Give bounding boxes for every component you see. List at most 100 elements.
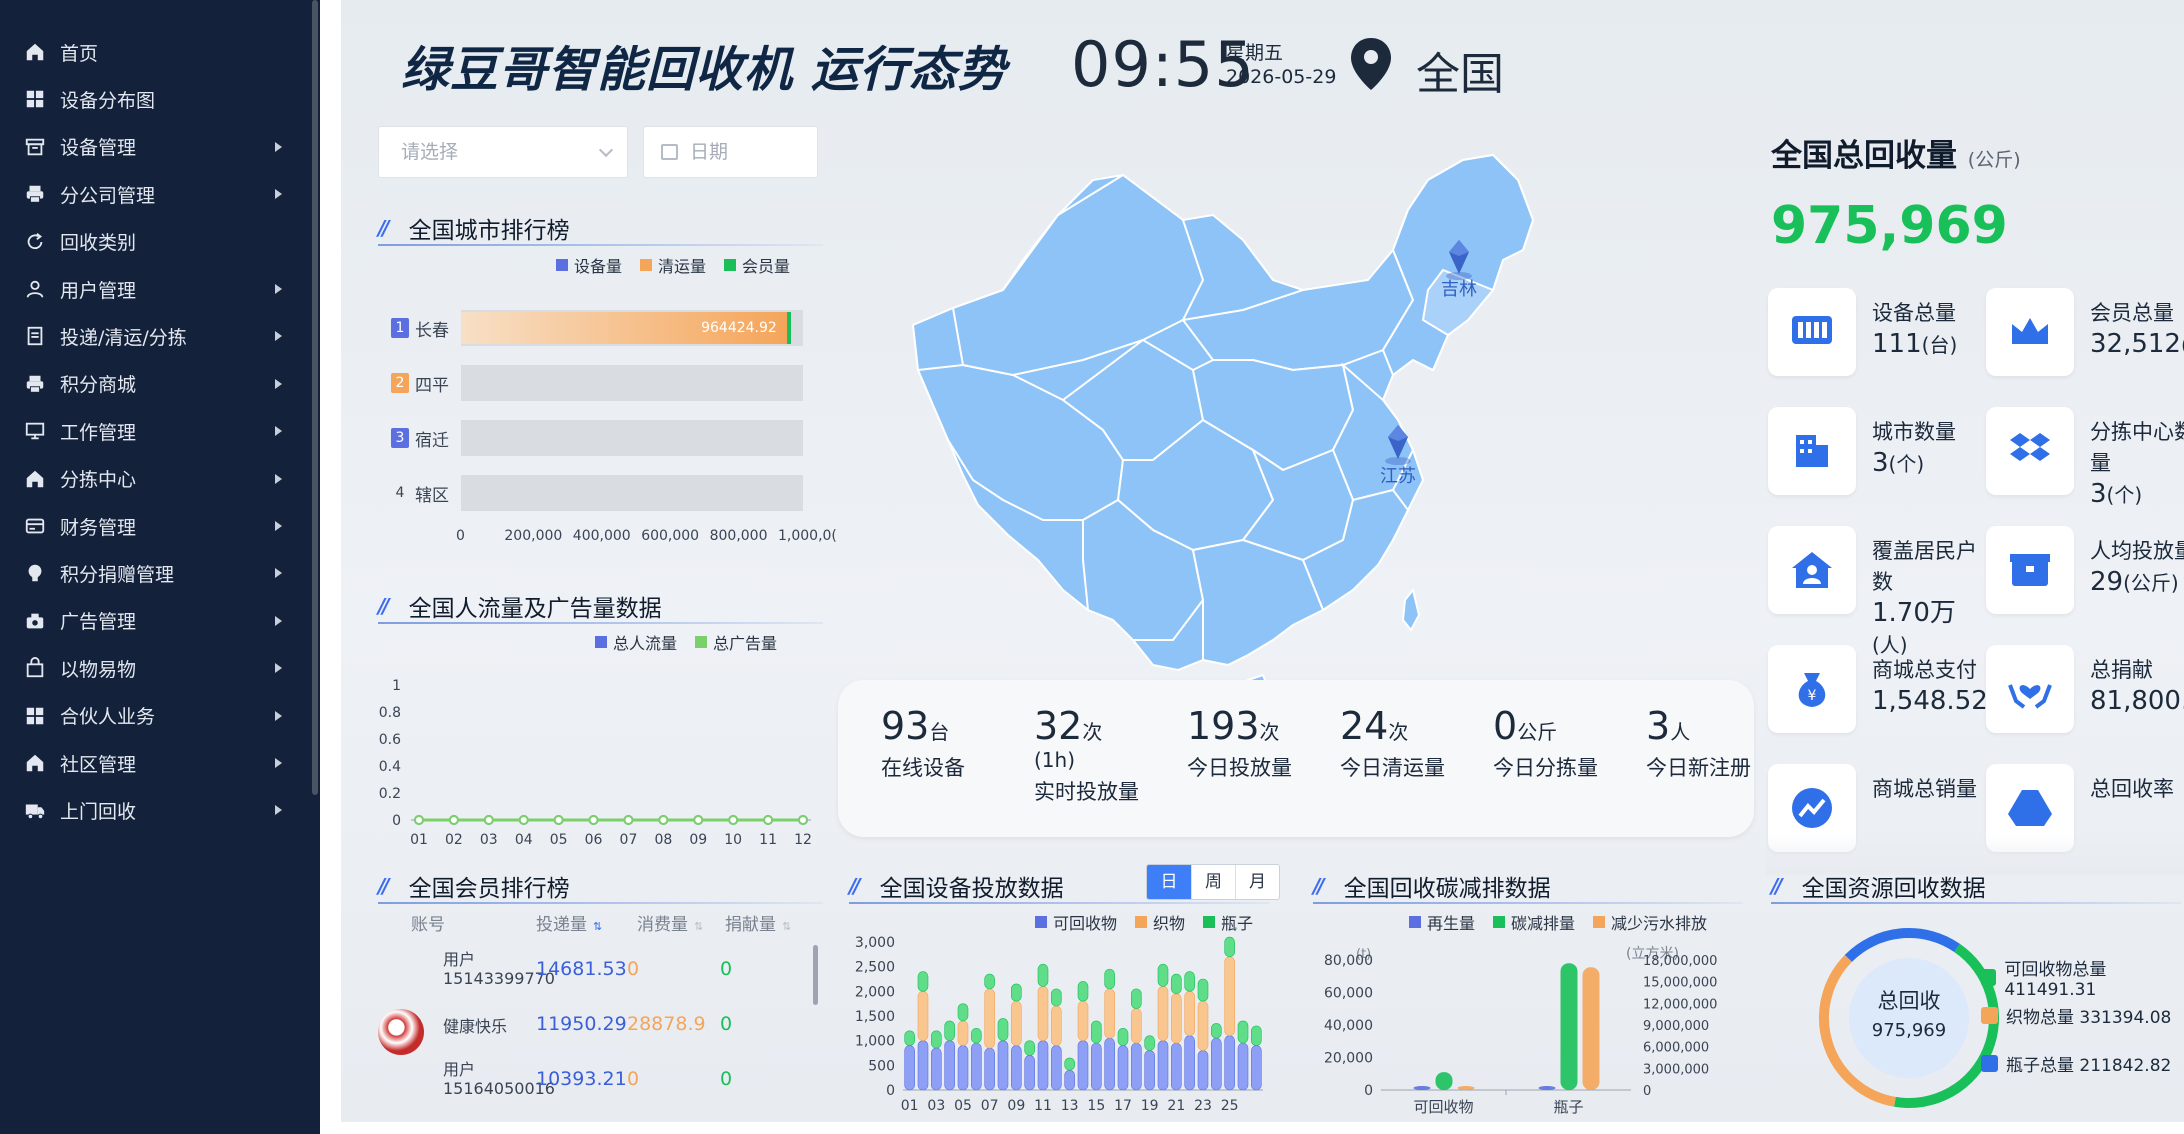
x-tick: 09 bbox=[1007, 1098, 1025, 1114]
toggle-month[interactable]: 月 bbox=[1235, 865, 1279, 899]
legend-swatch bbox=[1981, 1055, 1998, 1072]
rank-row: 1 长春 bbox=[391, 310, 449, 346]
device-drop-title: // 全国设备投放数据 bbox=[849, 868, 1064, 904]
date-picker[interactable]: 日期 bbox=[643, 126, 818, 178]
divider bbox=[1313, 902, 1743, 904]
stat-number: 93 bbox=[881, 704, 930, 748]
legend-swatch bbox=[1981, 1007, 1998, 1024]
legend-swatch bbox=[556, 259, 568, 271]
y-tick-left: 0 bbox=[1364, 1083, 1373, 1099]
device-drop-title-text: 全国设备投放数据 bbox=[879, 876, 1064, 902]
kpi-value: 3 bbox=[1872, 448, 1889, 478]
x-tick: 05 bbox=[954, 1098, 972, 1114]
title-mark-icon: // bbox=[378, 874, 389, 898]
x-tick: 09 bbox=[689, 832, 707, 848]
data-point bbox=[588, 815, 599, 825]
kpi-text: 商城总支付 1,548.52(元 bbox=[1872, 655, 1987, 718]
kpi-text: 城市数量 3(个) bbox=[1872, 417, 1987, 480]
table-header-label: 捐献量 bbox=[725, 915, 776, 935]
resource-legend-item: 可回收物总量 411491.31 bbox=[1981, 955, 2184, 1000]
china-map[interactable]: 吉林 江苏 bbox=[853, 120, 1543, 694]
stat-item: 32次(1h) 实时投放量 bbox=[1034, 704, 1139, 808]
sidebar-item-label: 广告管理 bbox=[60, 611, 137, 634]
legend-label: 总广告量 bbox=[713, 634, 778, 653]
x-tick: 11 bbox=[1034, 1098, 1052, 1114]
stat-label: 实时投放量 bbox=[1034, 780, 1139, 804]
bar-segment bbox=[1037, 986, 1049, 1041]
table-header[interactable]: 投递量 ⇅ bbox=[536, 910, 602, 935]
legend-swatch bbox=[1493, 916, 1506, 928]
location-name[interactable]: 全国 bbox=[1416, 38, 1504, 102]
member-scrollbar[interactable] bbox=[813, 945, 818, 1005]
donut-center-label: 总回收 bbox=[1877, 989, 1941, 1013]
sidebar-item-label: 上门回收 bbox=[60, 800, 137, 823]
traffic-chart: 1 0.8 0.6 0.4 0.2 0 01 02 03 04 05 06 07 08 09 10 11 12 bbox=[379, 678, 812, 848]
member-donate: 0 bbox=[720, 1013, 733, 1035]
rank-row: 3 宿迁 bbox=[391, 420, 449, 456]
city-rank-title-text: 全国城市排行榜 bbox=[408, 218, 570, 244]
bar-segment bbox=[1077, 1040, 1089, 1091]
legend-label: 再生量 bbox=[1427, 914, 1476, 933]
bar bbox=[1538, 1086, 1556, 1090]
x-tick: 1,000,0( bbox=[778, 528, 837, 544]
region-select[interactable]: 请选择 bbox=[378, 126, 628, 178]
sidebar-item-label: 分公司管理 bbox=[60, 184, 156, 207]
rank-bar-track bbox=[461, 365, 803, 401]
legend-swatch bbox=[724, 259, 737, 271]
member-deliver: 14681.53 bbox=[536, 958, 627, 980]
legend-swatch bbox=[1981, 969, 1997, 986]
kpi-value-row: 3(个) bbox=[1872, 448, 1987, 480]
stat-unit: 次 bbox=[1259, 720, 1280, 744]
y-tick: 0.8 bbox=[379, 705, 401, 721]
bar-segment bbox=[1131, 1008, 1142, 1044]
kpi-value: 29 bbox=[2090, 567, 2124, 597]
kpi-unit: (人) bbox=[1872, 633, 1908, 657]
city-rank-legend: 设备量 清运量 会员量 bbox=[538, 253, 790, 277]
x-tick: 23 bbox=[1194, 1098, 1212, 1114]
period-toggle: 日 周 月 bbox=[1146, 864, 1280, 900]
bar-segment bbox=[984, 1047, 995, 1091]
y-tick-left: 80,000 bbox=[1324, 953, 1373, 969]
sidebar-scrollbar[interactable] bbox=[312, 0, 318, 795]
title-mark-icon: // bbox=[1771, 874, 1782, 898]
sort-icon[interactable]: ⇅ bbox=[593, 920, 602, 933]
y-tick-right: 0 bbox=[1643, 1084, 1651, 1099]
center-stats-card: 93台 在线设备 32次(1h) 实时投放量 193次 今日投放量 24次 今日清运量 0公斤今… bbox=[838, 680, 1754, 837]
card-icon bbox=[22, 513, 48, 539]
bar-segment bbox=[1197, 1050, 1209, 1091]
kpi-value-row: 32,512(人 bbox=[2090, 329, 2184, 361]
sort-icon[interactable]: ⇅ bbox=[782, 920, 791, 933]
table-header: 账号 bbox=[411, 910, 445, 935]
data-point bbox=[728, 815, 739, 825]
legend-swatch bbox=[695, 636, 708, 648]
x-tick: 17 bbox=[1114, 1098, 1132, 1114]
x-tick: 07 bbox=[620, 832, 638, 848]
kpi-label: 会员总量 bbox=[2090, 301, 2174, 325]
bar-segment bbox=[931, 1030, 942, 1049]
y-tick-right: 6,000,000 bbox=[1643, 1041, 1709, 1056]
bar bbox=[1413, 1086, 1431, 1090]
x-tick: 瓶子 bbox=[1553, 1098, 1583, 1116]
legend-item: 碳减排量 bbox=[1475, 910, 1575, 934]
bar-segment bbox=[1251, 1025, 1262, 1046]
device-icon bbox=[1768, 288, 1856, 376]
toggle-week[interactable]: 周 bbox=[1191, 865, 1235, 899]
x-tick: 06 bbox=[585, 832, 603, 848]
bar-segment bbox=[971, 1028, 982, 1044]
sidebar-item-16[interactable]: 上门回收 bbox=[0, 777, 300, 843]
x-tick: 200,000 bbox=[504, 528, 563, 544]
stat-label: 今日分拣量 bbox=[1493, 756, 1598, 780]
kpi-label: 城市数量 bbox=[1872, 420, 1956, 444]
legend-swatch bbox=[640, 259, 653, 271]
legend-swatch bbox=[595, 636, 607, 648]
bar-segment bbox=[1011, 1000, 1022, 1046]
toggle-day[interactable]: 日 bbox=[1147, 865, 1191, 899]
kpi-value-row: 3(个) bbox=[2090, 479, 2184, 511]
table-header[interactable]: 消费量 ⇅ bbox=[637, 910, 703, 935]
sort-icon[interactable]: ⇅ bbox=[694, 920, 703, 933]
legend-swatch bbox=[1593, 916, 1606, 928]
table-header[interactable]: 捐献量 ⇅ bbox=[725, 910, 791, 935]
kpi-value-row: 1.70万 (人) bbox=[1872, 598, 1987, 661]
rank-badge: 1 bbox=[391, 318, 409, 338]
kpi-label: 人均投放量 bbox=[2090, 539, 2184, 563]
